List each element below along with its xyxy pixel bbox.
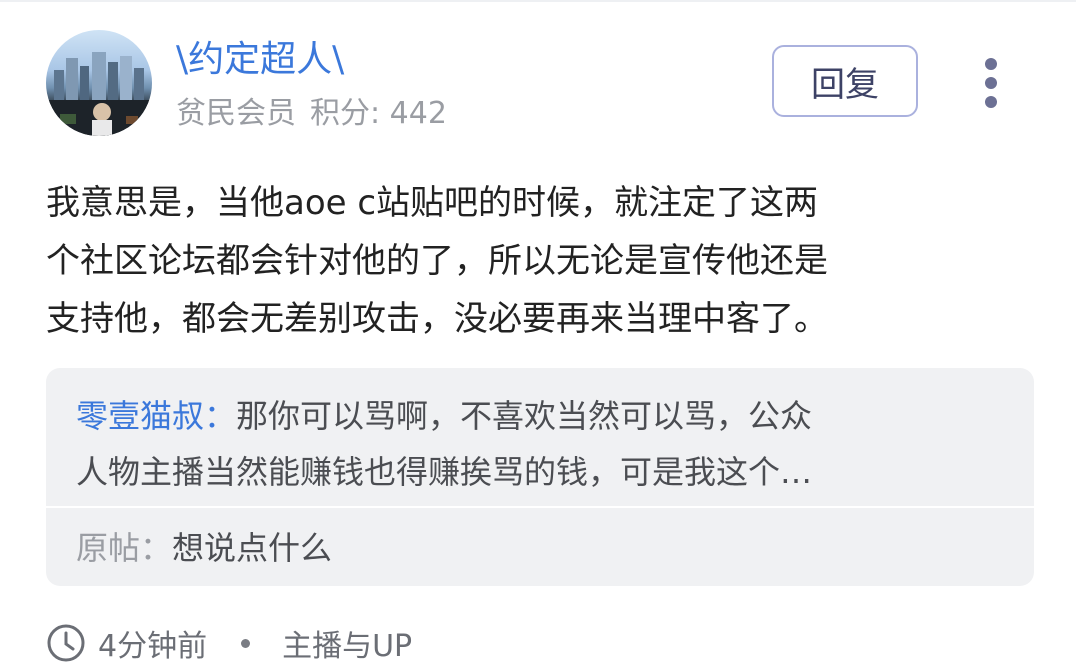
user-meta: 贫民会员 积分: 442 [176, 94, 447, 134]
quote-line: 零壹猫叔：那你可以骂啊，不喜欢当然可以骂，公众 [76, 388, 996, 444]
reply-content: 我意思是，当他aoe c站贴吧的时候，就注定了这两 个社区论坛都会针对他的了，所… [46, 174, 1031, 348]
post-footer: 4分钟前 主播与UP [46, 616, 412, 670]
quote-divider [46, 506, 1034, 508]
post-category[interactable]: 主播与UP [282, 621, 412, 665]
original-label: 原帖： [76, 529, 173, 567]
avatar-image [46, 52, 152, 136]
original-post-link[interactable]: 原帖：想说点什么 [76, 524, 332, 572]
clock-icon [47, 624, 85, 662]
quoted-reply[interactable]: 零壹猫叔：那你可以骂啊，不喜欢当然可以骂，公众 人物主播当然能赚钱也得赚挨骂的钱… [46, 368, 1034, 586]
post-time: 4分钟前 [98, 629, 208, 664]
quote-body-1: 那你可以骂啊，不喜欢当然可以骂，公众 [236, 397, 813, 435]
content-line: 个社区论坛都会针对他的了，所以无论是宣传他还是 [46, 241, 828, 281]
user-level: 贫民会员 [176, 96, 296, 131]
avatar[interactable] [46, 30, 152, 136]
original-text: 想说点什么 [172, 529, 333, 567]
separator-dot [241, 638, 251, 648]
reply-button[interactable]: 回复 [772, 45, 918, 117]
content-line: 支持他，都会无差别攻击，没必要再来当理中客了。 [46, 299, 828, 339]
top-divider [0, 0, 1076, 2]
more-vertical-icon[interactable] [980, 56, 1004, 110]
quote-body-2: 人物主播当然能赚钱也得赚挨骂的钱，可是我这个… [76, 453, 813, 491]
username[interactable]: \约定超人\ [176, 38, 344, 82]
user-score: 积分: 442 [310, 96, 447, 131]
content-line: 我意思是，当他aoe c站贴吧的时候，就注定了这两 [46, 183, 819, 223]
quote-text: 零壹猫叔：那你可以骂啊，不喜欢当然可以骂，公众 人物主播当然能赚钱也得赚挨骂的钱… [76, 388, 996, 500]
quote-author[interactable]: 零壹猫叔： [76, 397, 236, 435]
